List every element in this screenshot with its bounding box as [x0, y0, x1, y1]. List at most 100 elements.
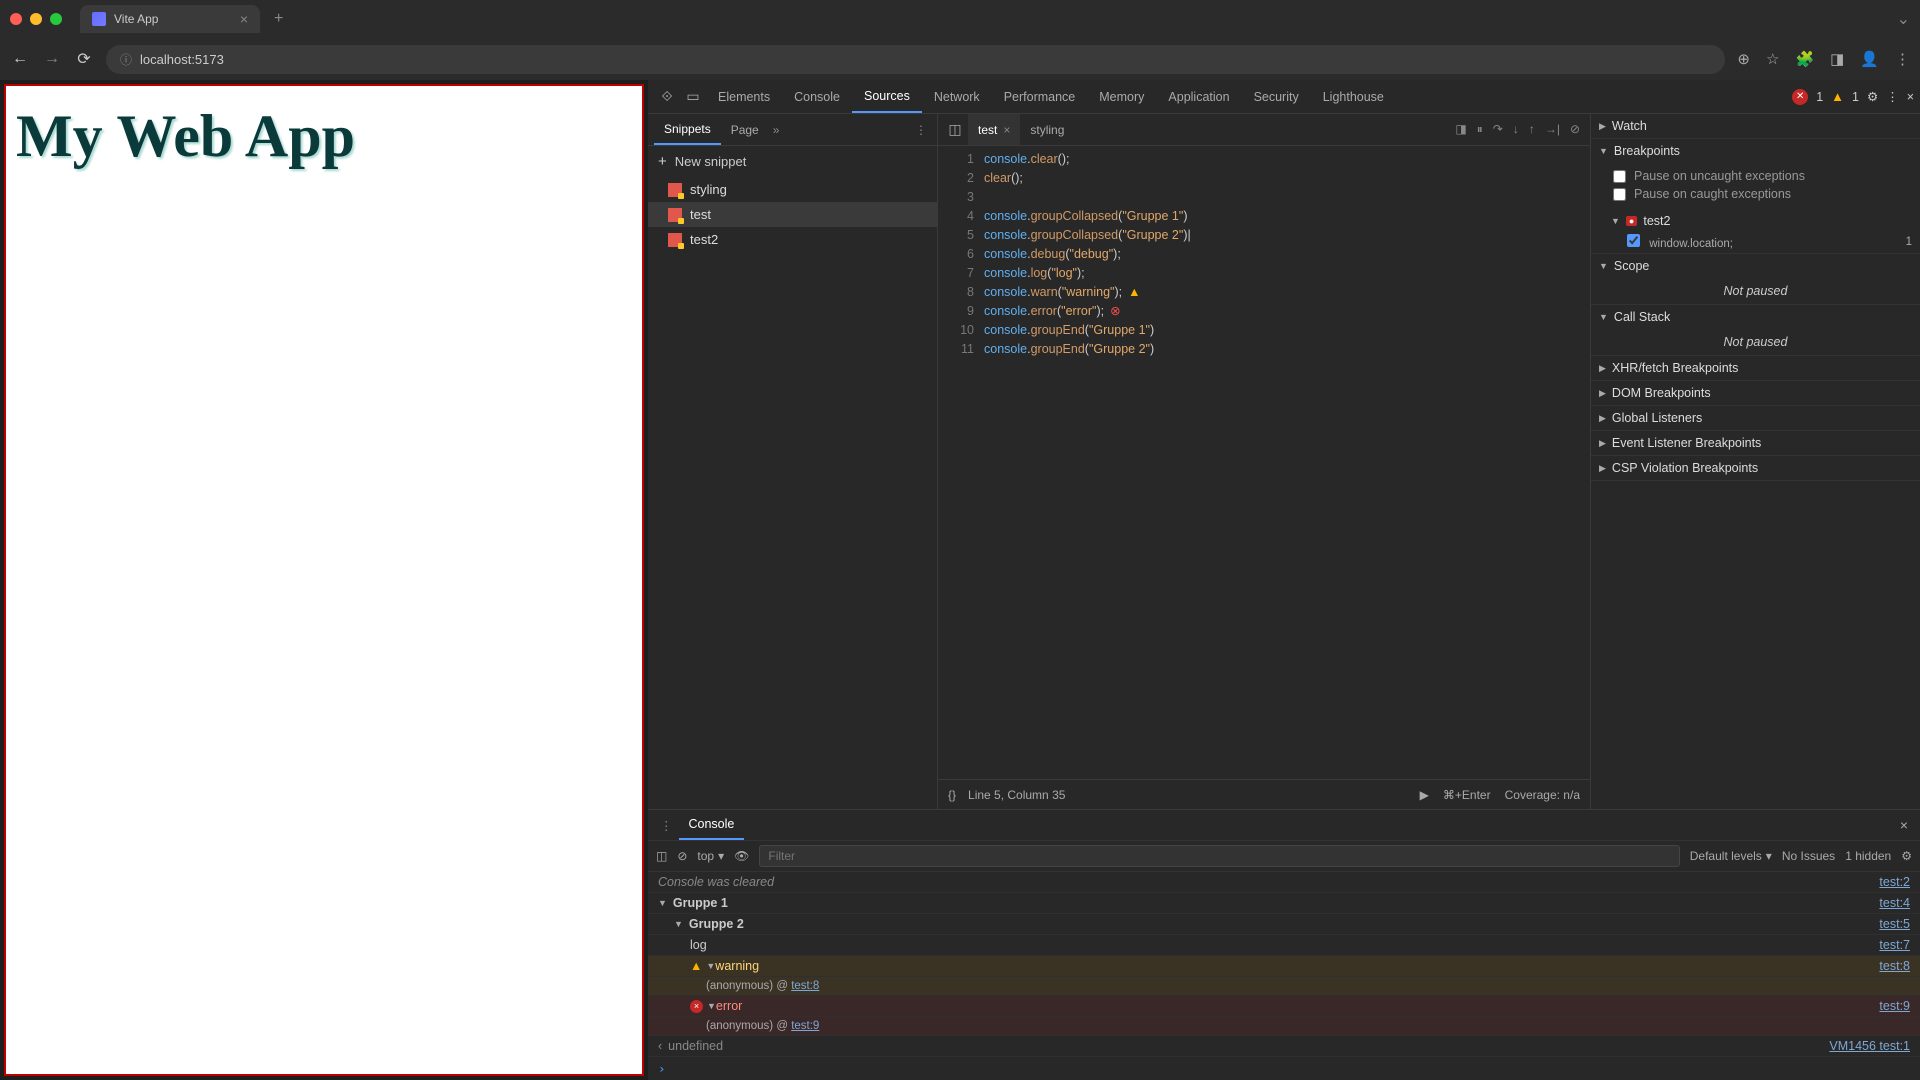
source-link[interactable]: test:8 [791, 980, 819, 992]
source-link[interactable]: test:5 [1879, 917, 1910, 931]
tab-elements[interactable]: Elements [706, 80, 782, 113]
minimize-window-icon[interactable] [30, 13, 42, 25]
snippet-icon [668, 183, 682, 197]
browser-tab[interactable]: Vite App × [80, 5, 260, 33]
breakpoints-section[interactable]: ▼Breakpoints [1591, 139, 1920, 163]
console-row-error[interactable]: ×▼error test:9 [648, 996, 1920, 1017]
log-levels-selector[interactable]: Default levels▾ [1690, 849, 1772, 863]
error-badge[interactable]: ✕ [1792, 89, 1808, 105]
maximize-window-icon[interactable] [50, 13, 62, 25]
global-listeners-section[interactable]: ▶Global Listeners [1591, 406, 1920, 430]
bookmark-icon[interactable]: ☆ [1766, 50, 1779, 68]
page-tab[interactable]: Page [721, 114, 769, 145]
more-icon[interactable]: ⋮ [1886, 89, 1899, 104]
toggle-nav-icon[interactable]: ◫ [942, 121, 968, 138]
step-icon[interactable]: →| [1545, 122, 1560, 137]
console-row-cleared: Console was cleared test:2 [648, 872, 1920, 893]
event-listener-breakpoints-section[interactable]: ▶Event Listener Breakpoints [1591, 431, 1920, 455]
context-selector[interactable]: top▾ [697, 849, 724, 863]
console-prompt[interactable]: › [648, 1057, 1920, 1080]
xhr-breakpoints-section[interactable]: ▶XHR/fetch Breakpoints [1591, 356, 1920, 380]
chevron-down-icon[interactable]: ⌄ [1897, 9, 1910, 29]
more-tabs-icon[interactable]: » [769, 123, 784, 137]
drawer-menu-icon[interactable]: ⋮ [654, 818, 679, 833]
source-link[interactable]: VM1456 test:1 [1829, 1039, 1910, 1053]
console-row-warning[interactable]: ▲▼warning test:8 [648, 956, 1920, 977]
deactivate-breakpoints-icon[interactable]: ⊘ [1570, 122, 1580, 137]
tab-sources[interactable]: Sources [852, 80, 922, 113]
source-link[interactable]: test:9 [1879, 999, 1910, 1013]
snippet-item-styling[interactable]: styling [648, 177, 937, 202]
close-devtools-icon[interactable]: × [1907, 90, 1914, 104]
site-info-icon[interactable]: ⓘ [120, 51, 132, 68]
menu-icon[interactable]: ⋮ [1895, 50, 1910, 68]
window-controls[interactable] [10, 13, 62, 25]
extensions-icon[interactable]: 🧩 [1795, 50, 1814, 68]
pause-caught-checkbox[interactable]: Pause on caught exceptions [1613, 185, 1912, 203]
run-shortcut: ⌘+Enter [1443, 788, 1491, 802]
console-settings-icon[interactable]: ⚙ [1901, 849, 1912, 863]
issues-label[interactable]: No Issues [1782, 849, 1835, 863]
source-link[interactable]: test:7 [1879, 938, 1910, 952]
breakpoint-entry[interactable]: window.location; 1 [1591, 231, 1920, 253]
tab-console[interactable]: Console [782, 80, 852, 113]
toggle-debugger-icon[interactable]: ◨ [1455, 122, 1466, 137]
warning-badge-icon[interactable]: ▲ [1831, 89, 1844, 104]
tab-lighthouse[interactable]: Lighthouse [1311, 80, 1396, 113]
toggle-sidebar-icon[interactable]: ◫ [656, 849, 667, 863]
console-filter-input[interactable] [759, 845, 1679, 867]
csp-breakpoints-section[interactable]: ▶CSP Violation Breakpoints [1591, 456, 1920, 480]
scope-section[interactable]: ▼Scope [1591, 254, 1920, 278]
snippet-item-test2[interactable]: test2 [648, 227, 937, 252]
profile-icon[interactable]: 👤 [1860, 50, 1879, 68]
console-group-1[interactable]: ▼Gruppe 1 test:4 [648, 893, 1920, 914]
device-toolbar-icon[interactable]: ▭ [680, 88, 706, 105]
breakpoint-file[interactable]: ▼●test2 [1591, 211, 1920, 231]
console-drawer-tab[interactable]: Console [679, 810, 745, 840]
console-group-2[interactable]: ▼Gruppe 2 test:5 [648, 914, 1920, 935]
clear-console-icon[interactable]: ⊘ [677, 849, 687, 863]
source-link[interactable]: test:8 [1879, 959, 1910, 973]
pause-icon[interactable]: ⏸ [1477, 122, 1483, 137]
close-window-icon[interactable] [10, 13, 22, 25]
console-stack-error: (anonymous) @ test:9 [648, 1017, 1920, 1036]
settings-icon[interactable]: ⚙ [1867, 89, 1878, 104]
close-tab-icon[interactable]: × [1003, 123, 1010, 137]
snippets-tab[interactable]: Snippets [654, 114, 721, 145]
zoom-icon[interactable]: ⊕ [1737, 50, 1750, 68]
watch-section[interactable]: ▶Watch [1591, 114, 1920, 138]
source-link[interactable]: test:9 [791, 1020, 819, 1032]
close-tab-icon[interactable]: × [240, 11, 248, 27]
editor-tab-test[interactable]: test× [968, 114, 1020, 145]
tab-application[interactable]: Application [1156, 80, 1241, 113]
code-editor[interactable]: 1234567891011 console.clear(); clear(); … [938, 146, 1590, 779]
editor-tab-styling[interactable]: styling [1020, 114, 1074, 145]
back-button[interactable]: ← [10, 50, 30, 68]
snippet-icon [668, 208, 682, 222]
live-expression-icon[interactable]: 👁 [734, 849, 749, 863]
tab-memory[interactable]: Memory [1087, 80, 1156, 113]
inspect-icon[interactable]: ⟐ [654, 88, 680, 105]
source-link[interactable]: test:2 [1879, 875, 1910, 889]
source-link[interactable]: test:4 [1879, 896, 1910, 910]
pause-uncaught-checkbox[interactable]: Pause on uncaught exceptions [1613, 167, 1912, 185]
snippet-item-test[interactable]: test [648, 202, 937, 227]
address-bar[interactable]: ⓘ localhost:5173 [106, 45, 1725, 74]
step-out-icon[interactable]: ↑ [1529, 122, 1535, 137]
close-drawer-icon[interactable]: × [1894, 817, 1914, 833]
tab-performance[interactable]: Performance [992, 80, 1088, 113]
new-tab-button[interactable]: + [268, 10, 289, 28]
step-into-icon[interactable]: ↓ [1513, 122, 1519, 137]
callstack-section[interactable]: ▼Call Stack [1591, 305, 1920, 329]
forward-button[interactable]: → [42, 50, 62, 68]
step-over-icon[interactable]: ↷ [1493, 122, 1503, 137]
run-icon[interactable]: ▶ [1420, 788, 1429, 802]
pretty-print-icon[interactable]: {} [948, 788, 956, 802]
tab-network[interactable]: Network [922, 80, 992, 113]
reload-button[interactable]: ⟳ [74, 49, 94, 69]
dom-breakpoints-section[interactable]: ▶DOM Breakpoints [1591, 381, 1920, 405]
tab-security[interactable]: Security [1242, 80, 1311, 113]
sidepanel-icon[interactable]: ◨ [1830, 50, 1844, 68]
new-snippet-button[interactable]: + New snippet [648, 146, 937, 177]
nav-menu-icon[interactable]: ⋮ [911, 123, 931, 137]
